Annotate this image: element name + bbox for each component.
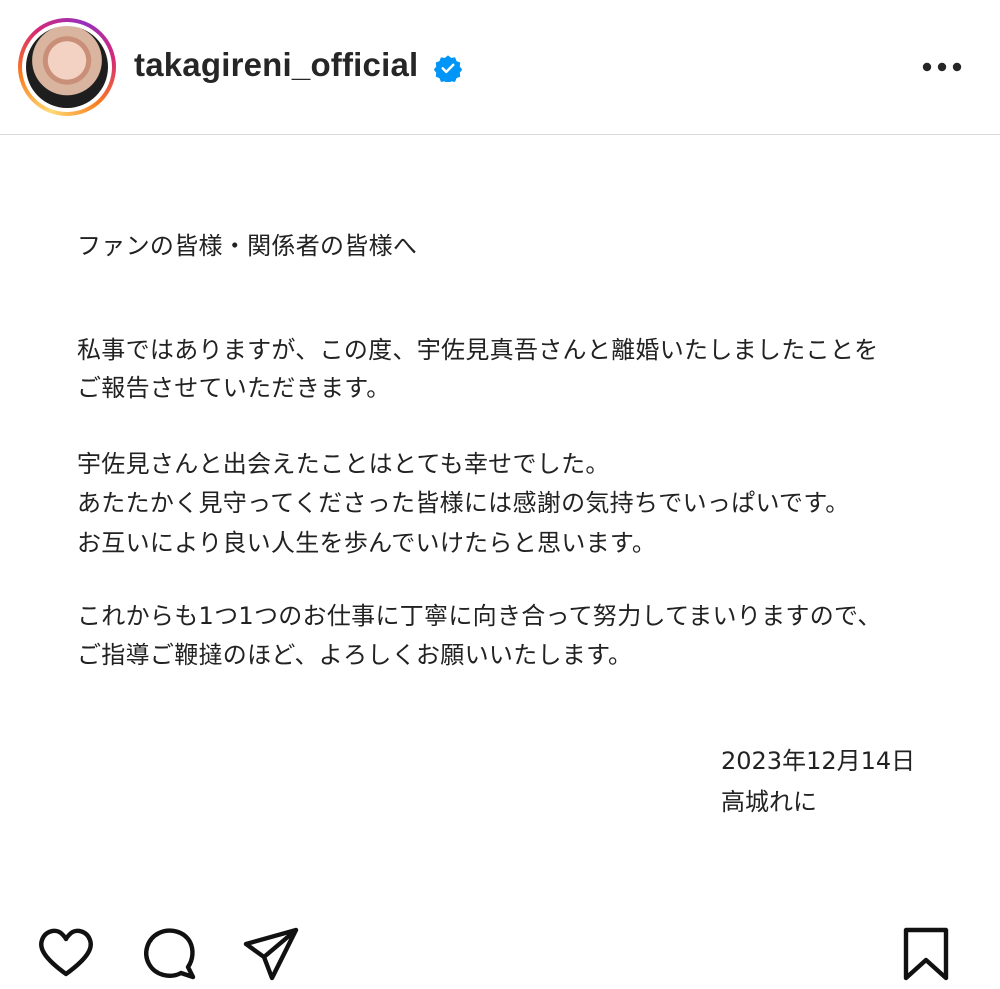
- paragraph1-line1: 私事ではありますが、この度、宇佐見真吾さんと離婚いたしましたことを: [77, 336, 879, 364]
- post-header: takagireni_official: [0, 0, 1000, 135]
- bookmark-icon[interactable]: [896, 924, 956, 984]
- share-icon[interactable]: [240, 924, 300, 984]
- avatar[interactable]: [26, 26, 108, 108]
- paragraph2-line2: あたたかく見守ってくださった皆様には感謝の気持ちでいっぱいです。: [77, 489, 850, 517]
- signature-text: 高城れに: [721, 788, 817, 816]
- story-ring[interactable]: [18, 18, 116, 116]
- post-image: ファンの皆様・関係者の皆様へ 私事ではありますが、この度、宇佐見真吾さんと離婚い…: [0, 136, 1000, 906]
- verified-badge-icon: [434, 55, 462, 82]
- date-text: 2023年12月14日: [721, 747, 916, 775]
- paragraph2-line1: 宇佐見さんと出会えたことはとても幸せでした。: [77, 450, 610, 478]
- paragraph3-line1: これからも1つ1つのお仕事に丁寧に向き合って努力してまいりますので、: [77, 602, 882, 630]
- username[interactable]: takagireni_official: [134, 46, 418, 84]
- action-bar: [0, 910, 1000, 989]
- more-options-icon[interactable]: [918, 52, 966, 82]
- paragraph1-line2: ご報告させていただきます。: [77, 374, 391, 402]
- comment-icon[interactable]: [140, 924, 200, 984]
- avatar-gap: [22, 22, 112, 112]
- paragraph2-line3: お互いにより良い人生を歩んでいけたらと思います。: [77, 529, 657, 557]
- heart-icon[interactable]: [36, 924, 96, 984]
- greeting-line: ファンの皆様・関係者の皆様へ: [77, 232, 418, 260]
- paragraph3-line2: ご指導ご鞭撻のほど、よろしくお願いいたします。: [77, 641, 633, 669]
